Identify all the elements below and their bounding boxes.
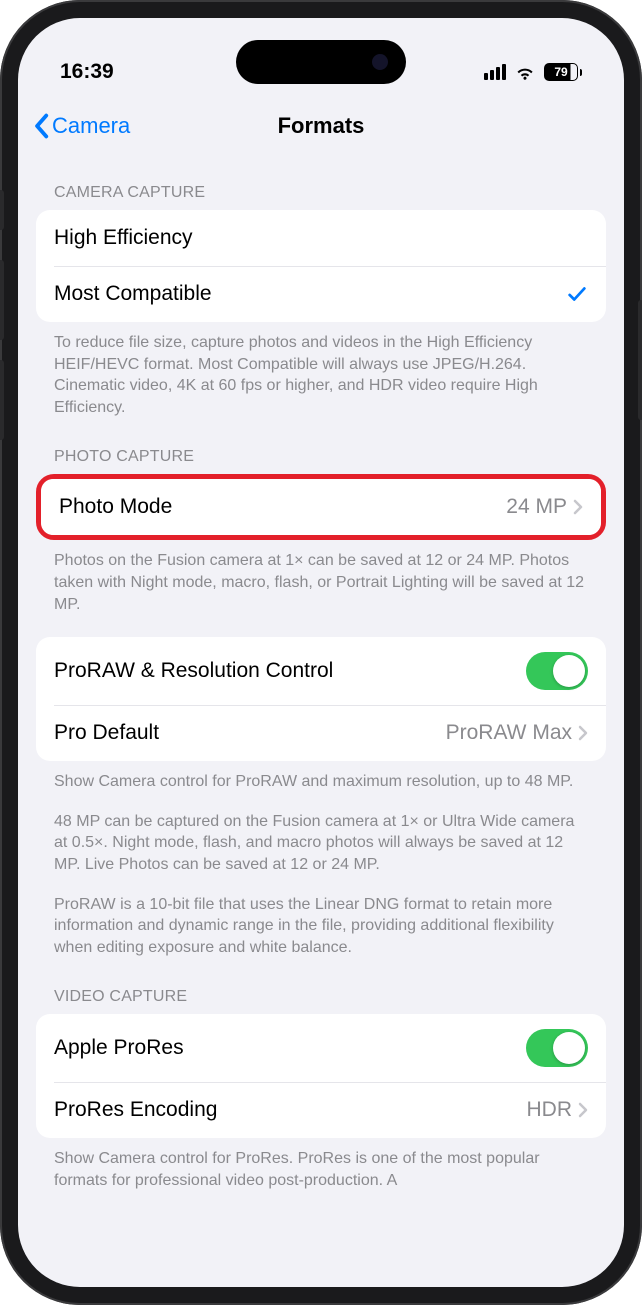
back-button[interactable]: Camera: [32, 113, 130, 139]
row-label: Photo Mode: [59, 495, 172, 519]
chevron-right-icon: [578, 725, 588, 741]
row-prores-encoding[interactable]: ProRes Encoding HDR: [36, 1082, 606, 1138]
phone-frame: 16:39 79 Camera Forma: [0, 0, 642, 1305]
footer-proraw-2: 48 MP can be captured on the Fusion came…: [36, 793, 606, 876]
chevron-right-icon: [573, 499, 583, 515]
row-apple-prores[interactable]: Apple ProRes: [36, 1014, 606, 1082]
dynamic-island: [236, 40, 406, 84]
row-high-efficiency[interactable]: High Efficiency: [36, 210, 606, 266]
row-value: ProRAW Max: [446, 721, 572, 745]
row-label: ProRAW & Resolution Control: [54, 659, 333, 683]
highlight-annotation: Photo Mode 24 MP: [36, 474, 606, 540]
volume-down-button: [0, 360, 4, 440]
battery-icon: 79: [544, 63, 582, 81]
row-proraw-control[interactable]: ProRAW & Resolution Control: [36, 637, 606, 705]
side-button: [0, 190, 4, 230]
row-pro-default[interactable]: Pro Default ProRAW Max: [36, 705, 606, 761]
status-time: 16:39: [60, 60, 114, 84]
row-label: High Efficiency: [54, 226, 193, 250]
footer-camera-capture: To reduce file size, capture photos and …: [36, 322, 606, 418]
nav-bar: Camera Formats: [18, 98, 624, 154]
power-button: [638, 300, 642, 420]
group-photo-mode: Photo Mode 24 MP: [41, 479, 601, 535]
footer-video-capture: Show Camera control for ProRes. ProRes i…: [36, 1138, 606, 1191]
toggle-apple-prores[interactable]: [526, 1029, 588, 1067]
row-label: Apple ProRes: [54, 1036, 184, 1060]
section-header-photo-capture: PHOTO CAPTURE: [36, 418, 606, 474]
checkmark-icon: [566, 283, 588, 305]
back-label: Camera: [52, 113, 130, 139]
volume-up-button: [0, 260, 4, 340]
camera-dot-icon: [372, 54, 388, 70]
row-value: 24 MP: [506, 495, 567, 519]
chevron-right-icon: [578, 1102, 588, 1118]
row-photo-mode[interactable]: Photo Mode 24 MP: [41, 479, 601, 535]
group-proraw: ProRAW & Resolution Control Pro Default …: [36, 637, 606, 761]
chevron-left-icon: [32, 113, 50, 139]
footer-proraw-3: ProRAW is a 10-bit file that uses the Li…: [36, 876, 606, 959]
footer-proraw-1: Show Camera control for ProRAW and maxim…: [36, 761, 606, 793]
footer-photo-mode: Photos on the Fusion camera at 1× can be…: [36, 540, 606, 615]
cellular-signal-icon: [484, 64, 506, 80]
row-most-compatible[interactable]: Most Compatible: [36, 266, 606, 322]
group-camera-capture: High Efficiency Most Compatible: [36, 210, 606, 322]
row-label: ProRes Encoding: [54, 1098, 217, 1122]
row-label: Pro Default: [54, 721, 159, 745]
row-value: HDR: [527, 1098, 573, 1122]
section-header-video-capture: VIDEO CAPTURE: [36, 958, 606, 1014]
section-header-camera-capture: CAMERA CAPTURE: [36, 154, 606, 210]
toggle-proraw[interactable]: [526, 652, 588, 690]
wifi-icon: [514, 61, 536, 83]
row-label: Most Compatible: [54, 282, 212, 306]
group-video-capture: Apple ProRes ProRes Encoding HDR: [36, 1014, 606, 1138]
